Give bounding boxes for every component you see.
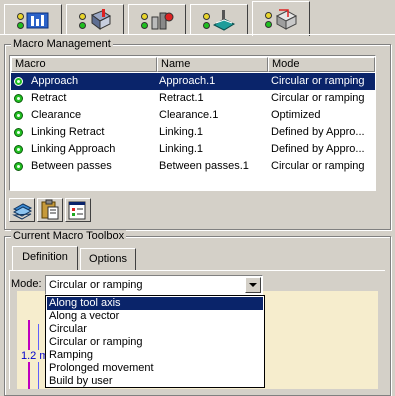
macro-row-approach[interactable]: Approach Approach.1 Circular or ramping: [11, 73, 375, 90]
mode-dropdown-list[interactable]: Along tool axis Along a vector Circular …: [45, 295, 265, 388]
strategy-icon: [201, 9, 237, 31]
status-led-icon: [14, 77, 23, 86]
option-ramping[interactable]: Ramping: [47, 349, 263, 362]
tool-geometry-icon: [77, 8, 113, 31]
macro-cell: Approach: [31, 75, 79, 87]
status-led-icon: [14, 111, 23, 120]
status-led-icon: [14, 162, 23, 171]
mode-cell: Defined by Appro...: [271, 143, 365, 155]
macro-row-retract[interactable]: Retract Retract.1 Circular or ramping: [11, 90, 375, 107]
macro-cell: Retract: [31, 92, 67, 104]
column-header-mode[interactable]: Mode: [268, 57, 375, 72]
tab-options[interactable]: Options: [80, 248, 136, 270]
name-cell: Linking.1: [159, 126, 204, 138]
mode-label: Mode:: [11, 278, 42, 290]
macro-cell: Linking Retract: [31, 126, 105, 138]
macro-cell: Between passes: [31, 160, 112, 172]
tab-strategy[interactable]: [190, 4, 248, 34]
name-cell: Between passes.1: [159, 160, 249, 172]
paste-icon: [41, 199, 59, 220]
macro-row-linking-approach[interactable]: Linking Approach Linking.1 Defined by Ap…: [11, 141, 375, 158]
paste-button[interactable]: [37, 198, 63, 222]
column-header-macro[interactable]: Macro: [11, 57, 157, 72]
copy-button[interactable]: [9, 198, 35, 222]
tab-macro[interactable]: [252, 1, 310, 36]
mode-cell: Optimized: [271, 109, 321, 121]
macro-row-between-passes[interactable]: Between passes Between passes.1 Circular…: [11, 158, 375, 175]
feeds-speeds-icon: [139, 9, 175, 31]
toolbar-tabs: [0, 0, 395, 36]
macro-management-title: Macro Management: [11, 38, 113, 50]
status-led-icon: [14, 94, 23, 103]
option-circular[interactable]: Circular: [47, 323, 263, 336]
mode-select[interactable]: Circular or ramping: [45, 275, 263, 295]
mode-select-value: Circular or ramping: [49, 279, 143, 291]
status-led-icon: [14, 145, 23, 154]
tab-definition[interactable]: Definition: [12, 246, 78, 271]
name-cell: Linking.1: [159, 143, 204, 155]
macro-row-clearance[interactable]: Clearance Clearance.1 Optimized: [11, 107, 375, 124]
option-circular-or-ramping[interactable]: Circular or ramping: [47, 336, 263, 349]
tab-feeds-speeds[interactable]: [128, 4, 186, 34]
option-along-a-vector[interactable]: Along a vector: [47, 310, 263, 323]
mode-cell: Circular or ramping: [271, 92, 365, 104]
status-led-icon: [14, 128, 23, 137]
option-build-by-user[interactable]: Build by user: [47, 375, 263, 388]
option-along-tool-axis[interactable]: Along tool axis: [47, 297, 263, 310]
macro-cell: Clearance: [31, 109, 82, 121]
chevron-down-icon[interactable]: [245, 277, 261, 293]
option-prolonged-movement[interactable]: Prolonged movement: [47, 362, 263, 375]
name-cell: Clearance.1: [159, 109, 219, 121]
tab-tool-geometry[interactable]: [66, 4, 124, 34]
macro-row-linking-retract[interactable]: Linking Retract Linking.1 Defined by App…: [11, 124, 375, 141]
tool-axis-icon: [15, 9, 51, 31]
macro-icon: [263, 8, 299, 30]
tab-strip-divider: [0, 34, 395, 35]
name-cell: Approach.1: [159, 75, 216, 87]
mode-cell: Defined by Appro...: [271, 126, 365, 138]
column-header-name[interactable]: Name: [157, 57, 268, 72]
macro-cell: Linking Approach: [31, 143, 116, 155]
mode-cell: Circular or ramping: [271, 75, 365, 87]
copy-icon: [12, 203, 33, 220]
macro-toolbox-title: Current Macro Toolbox: [11, 230, 127, 242]
macro-list[interactable]: Macro Name Mode Approach Approach.1 Circ…: [9, 55, 376, 191]
name-cell: Retract.1: [159, 92, 204, 104]
mode-cell: Circular or ramping: [271, 160, 365, 172]
tab-tool-axis[interactable]: [4, 4, 62, 34]
properties-button[interactable]: [65, 198, 91, 222]
properties-icon: [68, 201, 86, 220]
